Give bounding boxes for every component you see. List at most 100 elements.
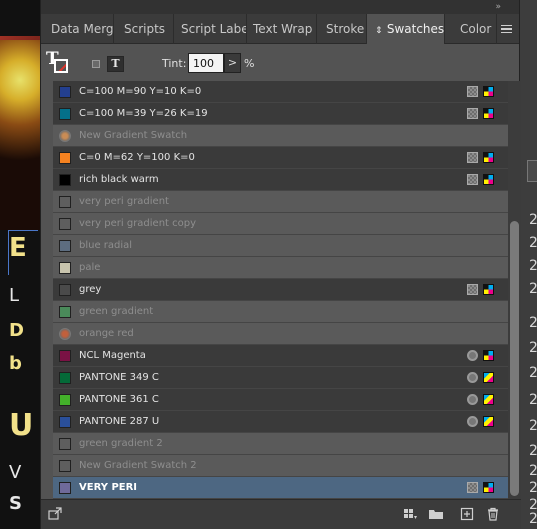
swatch-name: pale (79, 262, 101, 273)
fill-stroke-toggle[interactable]: T (46, 49, 70, 75)
swatch-color-chip (59, 108, 71, 120)
swatch-name: C=100 M=90 Y=10 K=0 (79, 86, 202, 97)
row-number: 2 (529, 480, 537, 496)
row-number: 2 (529, 315, 537, 331)
process-color-icon (467, 108, 478, 119)
swatch-row[interactable]: grey (53, 279, 508, 301)
swatch-row[interactable]: C=0 M=62 Y=100 K=0 (53, 147, 508, 169)
tint-input[interactable] (188, 53, 224, 73)
process-color-icon (467, 482, 478, 493)
formatting-affects-text-button[interactable]: T (107, 56, 124, 72)
swatch-color-chip (59, 130, 71, 142)
spot-color-icon (467, 350, 478, 361)
swatch-row[interactable]: PANTONE 361 C (53, 389, 508, 411)
tab-text-wrap[interactable]: Text Wrap (247, 14, 317, 44)
swatch-name: blue radial (79, 240, 133, 251)
swatch-color-chip (59, 306, 71, 318)
swatch-row[interactable]: C=100 M=39 Y=26 K=19 (53, 103, 508, 125)
swatch-row[interactable]: very peri gradient copy (53, 213, 508, 235)
swatch-name: PANTONE 349 C (79, 372, 159, 383)
swatch-name: very peri gradient copy (79, 218, 197, 229)
swatch-name: green gradient (79, 306, 154, 317)
panel-tab-bar: Data Merge Scripts Script Label Text Wra… (41, 14, 519, 44)
cmyk-mode-icon (483, 86, 494, 97)
document-canvas: E L D b U V S (0, 0, 40, 529)
row-number: 2 (529, 258, 537, 274)
cmyk-mode-icon (483, 482, 494, 493)
swatch-color-chip (59, 218, 71, 230)
swatch-row[interactable]: pale (53, 257, 508, 279)
swatch-row[interactable]: C=100 M=90 Y=10 K=0 (53, 81, 508, 103)
swatch-color-chip (59, 240, 71, 252)
new-color-group-icon[interactable] (428, 507, 444, 521)
swatch-color-chip (59, 482, 71, 494)
cmyk-mode-icon (483, 174, 494, 185)
row-number: 2 (529, 212, 537, 228)
cmyk-mode-icon (483, 284, 494, 295)
process-color-icon (467, 152, 478, 163)
process-color-icon (467, 174, 478, 185)
swatch-color-chip (59, 152, 71, 164)
swatch-row[interactable]: rich black warm (53, 169, 508, 191)
row-number: 2 (529, 365, 537, 381)
swatch-row[interactable]: very peri gradient (53, 191, 508, 213)
tint-slider-button[interactable]: > (224, 53, 241, 73)
tab-data-merge[interactable]: Data Merge (41, 14, 114, 44)
tint-label: Tint: (162, 57, 187, 70)
up-down-arrows-icon: ⇕ (375, 26, 383, 36)
row-number: 2 (529, 443, 537, 459)
cmyk-mode-icon (483, 350, 494, 361)
swatch-row[interactable]: NCL Magenta (53, 345, 508, 367)
swatch-name: New Gradient Swatch (79, 130, 188, 141)
swatch-name: green gradient 2 (79, 438, 163, 449)
swatch-name: C=0 M=62 Y=100 K=0 (79, 152, 195, 163)
collapse-panels-icon[interactable]: » (495, 0, 501, 14)
tab-scripts[interactable]: Scripts (114, 14, 174, 44)
tint-percent-label: % (244, 57, 255, 70)
document-letter: L (9, 285, 20, 306)
swatch-list-scrollbar[interactable] (508, 81, 521, 499)
swatch-row[interactable]: green gradient (53, 301, 508, 323)
swatch-row[interactable]: orange red (53, 323, 508, 345)
document-letter: E (9, 233, 27, 263)
swatch-views-icon[interactable] (402, 507, 418, 521)
trash-icon[interactable] (485, 507, 501, 521)
spot-color-icon (467, 416, 478, 427)
swatch-row[interactable]: New Gradient Swatch (53, 125, 508, 147)
text-fill-icon: T (46, 49, 59, 69)
lab-mode-icon (483, 372, 494, 383)
formatting-affects-container-button[interactable] (92, 60, 100, 68)
swatch-row[interactable]: PANTONE 287 U (53, 411, 508, 433)
panel-dock-bar[interactable]: » (41, 0, 519, 14)
adjacent-panel-field[interactable] (527, 160, 537, 182)
swatch-controls: T T Tint: > % (41, 44, 519, 82)
new-swatch-icon[interactable] (459, 507, 475, 521)
swatch-row[interactable]: blue radial (53, 235, 508, 257)
swatch-color-chip (59, 174, 71, 186)
swatch-color-chip (59, 262, 71, 274)
spot-color-icon (467, 394, 478, 405)
swatch-color-chip (59, 196, 71, 208)
show-swatch-kinds-icon[interactable] (47, 507, 63, 521)
row-number: 2 (529, 392, 537, 408)
swatches-panel: » Data Merge Scripts Script Label Text W… (40, 0, 521, 529)
scrollbar-thumb[interactable] (510, 221, 519, 496)
row-number: 2 (529, 511, 537, 527)
swatch-color-chip (59, 284, 71, 296)
tab-color[interactable]: Color (445, 14, 497, 44)
document-letter: V (9, 462, 22, 483)
tab-swatches[interactable]: ⇕ Swatches (367, 14, 445, 44)
document-letter: b (9, 353, 22, 374)
swatch-row[interactable]: New Gradient Swatch 2 (53, 455, 508, 477)
tab-stroke[interactable]: Stroke (317, 14, 367, 44)
spot-color-icon (467, 372, 478, 383)
tab-script-label[interactable]: Script Label (174, 14, 247, 44)
swatch-row[interactable]: VERY PERI (53, 477, 508, 499)
swatch-row[interactable]: green gradient 2 (53, 433, 508, 455)
swatch-row[interactable]: PANTONE 349 C (53, 367, 508, 389)
row-number: 2 (529, 418, 537, 434)
hamburger-icon[interactable] (501, 14, 517, 44)
swatch-name: PANTONE 287 U (79, 416, 160, 427)
process-color-icon (467, 86, 478, 97)
swatch-color-chip (59, 372, 71, 384)
